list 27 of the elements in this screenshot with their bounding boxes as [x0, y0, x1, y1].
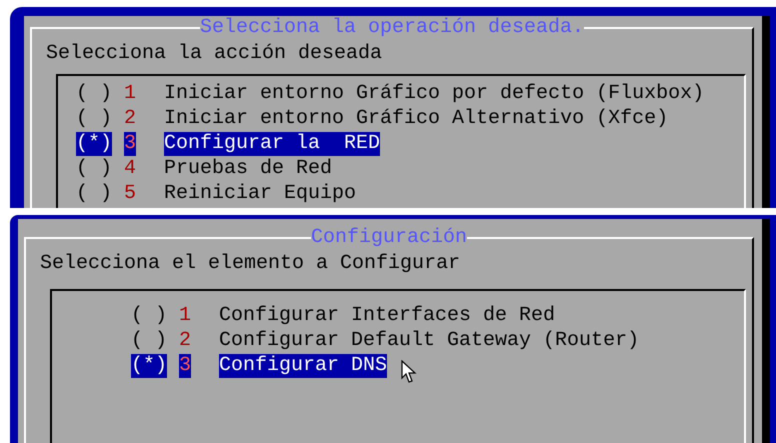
radio-option[interactable]: (*)	[131, 354, 168, 378]
option-number: 2	[124, 106, 136, 130]
prompt-text: Selecciona el elemento a Configurar	[40, 252, 460, 275]
mouse-pointer-icon	[401, 360, 418, 384]
option-number: 5	[124, 182, 136, 206]
radio-option[interactable]: ( )	[76, 156, 112, 180]
option-label[interactable]: Configurar Interfaces de Red	[219, 304, 556, 328]
option-label[interactable]: Configurar DNS	[219, 354, 388, 378]
option-label[interactable]: Configurar Default Gateway (Router)	[219, 328, 640, 352]
option-label[interactable]: Iniciar entorno Gráfico por defecto (Fluxbox)	[164, 82, 704, 106]
option-label[interactable]: Pruebas de Red	[164, 156, 332, 180]
option-number: 3	[179, 354, 192, 378]
radio-option[interactable]: ( )	[76, 82, 112, 106]
option-label[interactable]: Iniciar entorno Gráfico Alternativo (Xfce)	[164, 106, 668, 130]
radio-option[interactable]: ( )	[131, 304, 168, 328]
radio-option[interactable]: ( )	[76, 106, 112, 130]
option-label[interactable]: Configurar la RED	[164, 132, 380, 156]
option-number: 4	[124, 156, 136, 180]
option-number: 1	[179, 304, 192, 328]
radio-option[interactable]: ( )	[131, 328, 168, 352]
radio-option[interactable]: ( )	[76, 182, 112, 206]
option-number: 2	[179, 328, 192, 352]
option-number: 3	[124, 132, 136, 156]
prompt-text: Selecciona la acción deseada	[46, 42, 382, 65]
radio-option[interactable]: (*)	[76, 132, 112, 156]
option-label[interactable]: Reiniciar Equipo	[164, 182, 356, 206]
option-number: 1	[124, 82, 136, 106]
